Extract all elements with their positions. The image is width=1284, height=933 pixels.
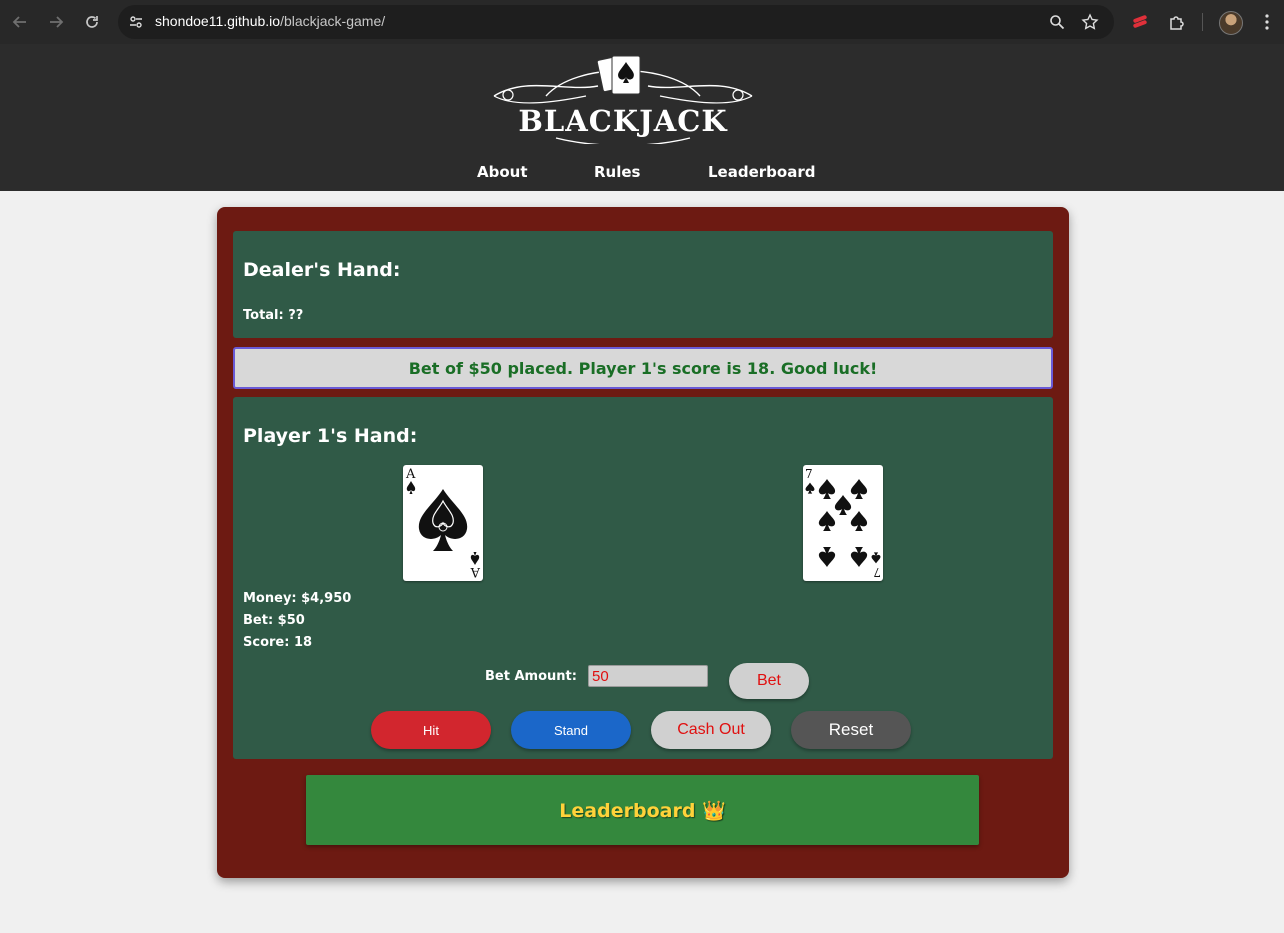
svg-text:7: 7	[805, 467, 813, 481]
address-bar[interactable]: shondoe11.github.io/blackjack-game/	[118, 5, 1114, 39]
player-bet: Bet: $50	[243, 613, 305, 628]
browser-toolbar: shondoe11.github.io/blackjack-game/	[0, 0, 1284, 44]
card-ace-of-spades: A A	[403, 465, 483, 581]
url-text: shondoe11.github.io/blackjack-game/	[155, 13, 386, 29]
player-hand-title: Player 1's Hand:	[243, 425, 418, 447]
bet-button[interactable]: Bet	[729, 663, 809, 699]
bet-amount-input[interactable]	[588, 665, 708, 687]
svg-text:A: A	[405, 467, 416, 482]
profile-avatar[interactable]	[1219, 11, 1243, 35]
site-info-icon[interactable]	[124, 10, 148, 34]
bet-amount-label: Bet Amount:	[485, 669, 577, 684]
toolbar-separator	[1202, 13, 1203, 31]
svg-text:7: 7	[873, 565, 881, 579]
forward-arrow-icon[interactable]	[44, 10, 68, 34]
status-message: Bet of $50 placed. Player 1's score is 1…	[233, 347, 1053, 389]
blackjack-logo[interactable]: BLACKJACK	[486, 52, 760, 144]
hit-button[interactable]: Hit	[371, 711, 491, 749]
zoom-icon[interactable]	[1045, 10, 1069, 34]
cash-out-button[interactable]: Cash Out	[651, 711, 771, 749]
extension-icon[interactable]	[1128, 10, 1152, 34]
stand-button[interactable]: Stand	[511, 711, 631, 749]
dealer-total: Total: ??	[243, 308, 304, 323]
card-seven-of-spades: 7 7	[803, 465, 883, 581]
bookmark-star-icon[interactable]	[1078, 10, 1102, 34]
logo-text: BLACKJACK	[518, 104, 728, 138]
site-header: BLACKJACK About Rules Leaderboard	[0, 44, 1284, 191]
reload-icon[interactable]	[80, 10, 104, 34]
nav-leaderboard[interactable]: Leaderboard	[708, 163, 815, 181]
dealer-hand-title: Dealer's Hand:	[243, 259, 401, 281]
back-arrow-icon[interactable]	[8, 10, 32, 34]
svg-text:A: A	[470, 564, 481, 579]
site-nav: About Rules Leaderboard	[0, 163, 1284, 183]
nav-about[interactable]: About	[477, 163, 528, 181]
reset-button[interactable]: Reset	[791, 711, 911, 749]
nav-rules[interactable]: Rules	[594, 163, 640, 181]
game-table: Dealer's Hand: Total: ?? Bet of $50 plac…	[217, 207, 1069, 878]
player-hand-panel: Player 1's Hand: A A 7 7 Money: $4,950 B…	[233, 397, 1053, 759]
dealer-hand-panel: Dealer's Hand: Total: ??	[233, 231, 1053, 338]
player-score: Score: 18	[243, 635, 313, 650]
leaderboard-button[interactable]: Leaderboard 👑	[306, 775, 979, 845]
player-money: Money: $4,950	[243, 591, 352, 606]
puzzle-icon[interactable]	[1165, 10, 1189, 34]
menu-kebab-icon[interactable]	[1255, 10, 1279, 34]
